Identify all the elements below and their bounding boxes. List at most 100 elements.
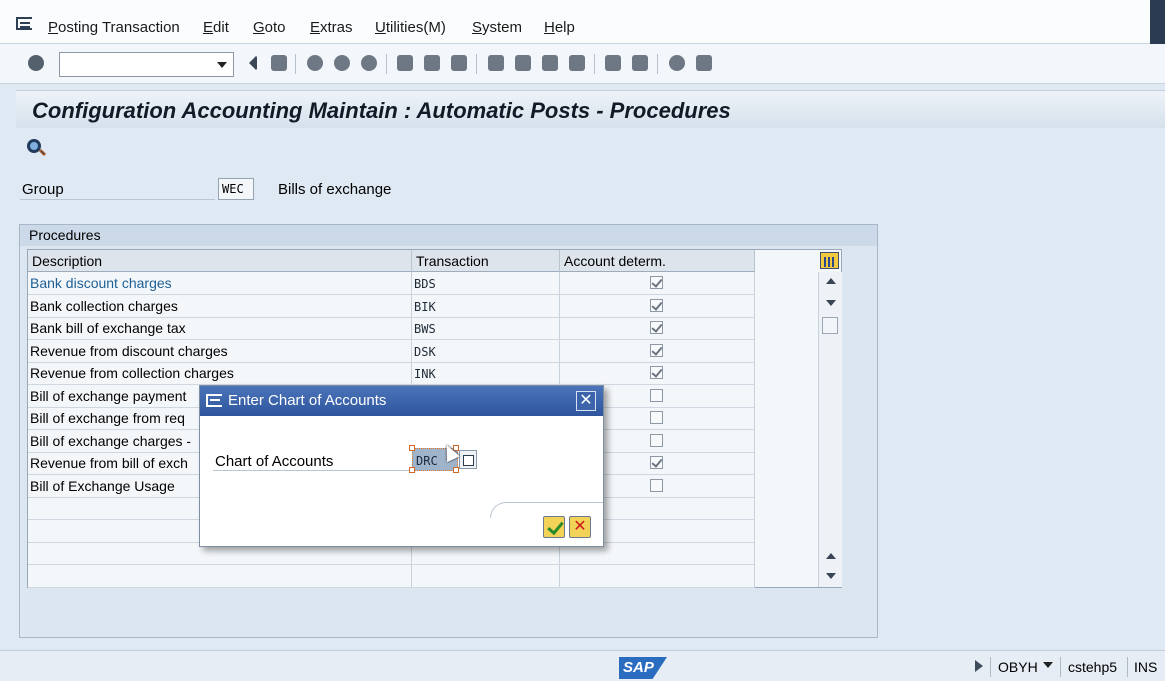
menu-edit[interactable]: Edit [203,19,229,36]
transaction-code: OBYH [998,659,1038,675]
back-arrow-icon[interactable] [244,54,262,72]
column-header-transaction[interactable]: Transaction [412,250,560,272]
table-scrollbar[interactable] [818,272,842,587]
table-row[interactable]: Revenue from discount charges DSK [28,339,755,363]
selection-handle [409,445,415,451]
command-field[interactable] [59,52,234,77]
scroll-up-icon[interactable] [826,553,836,559]
toolbar-separator [657,54,658,74]
transaction-cell[interactable]: BDS [412,272,560,294]
menu-utilities[interactable]: Utilities(M) [375,19,446,36]
table-row[interactable]: Bank collection charges BIK [28,294,755,318]
transaction-cell[interactable]: BIK [412,294,560,317]
back-icon[interactable] [306,54,324,72]
table-row[interactable]: Bank bill of exchange tax BWS [28,317,755,340]
page-title: Configuration Accounting Maintain : Auto… [32,98,731,123]
find-icon[interactable] [423,54,441,72]
menu-help[interactable]: Help [544,19,575,36]
scroll-down-icon[interactable] [826,300,836,306]
transaction-cell[interactable] [412,564,560,587]
scroll-down-icon[interactable] [826,573,836,579]
account-determ-checkbox[interactable] [650,276,663,289]
details-icon[interactable] [26,138,47,158]
account-determ-cell [560,272,755,294]
transaction-cell[interactable]: BWS [412,317,560,339]
print-icon[interactable] [396,54,414,72]
confirm-button[interactable] [543,516,565,538]
transaction-cell[interactable]: INK [412,362,560,384]
scroll-thumb[interactable] [822,317,838,334]
column-header-account-determ[interactable]: Account determ. [560,250,755,272]
toolbar-separator [386,54,387,74]
table-row[interactable]: Bank discount charges BDS [28,272,755,295]
dialog-menu-icon[interactable] [206,394,222,407]
description-cell[interactable]: Bank discount charges [28,272,412,294]
menu-extras[interactable]: Extras [310,19,353,36]
status-separator [1060,657,1061,677]
table-row[interactable] [28,564,755,588]
window-edge [1150,0,1165,44]
account-determ-cell [560,362,755,384]
description-cell[interactable] [28,564,412,587]
transaction-cell[interactable]: DSK [412,339,560,362]
exit-icon[interactable] [333,54,351,72]
create-session-icon[interactable] [604,54,622,72]
menu-bar: Posting Transaction Edit Goto Extras Uti… [0,0,1165,44]
enter-icon[interactable] [27,54,45,72]
toolbar-separator [295,54,296,74]
account-determ-cell [560,564,755,587]
last-page-icon[interactable] [568,54,586,72]
table-row[interactable]: Revenue from collection charges INK [28,362,755,385]
help-icon[interactable] [668,54,686,72]
toolbar-separator [476,54,477,74]
column-header-description[interactable]: Description [28,250,412,272]
value-help-icon[interactable] [459,450,477,469]
first-page-icon[interactable] [487,54,505,72]
sap-logo: SAP [619,657,667,679]
account-determ-checkbox[interactable] [650,366,663,379]
chevron-down-icon[interactable] [217,62,227,68]
close-icon[interactable]: ✕ [576,391,596,411]
account-determ-checkbox[interactable] [650,411,663,424]
chart-of-accounts-label: Chart of Accounts [215,453,334,470]
menu-goto[interactable]: Goto [253,19,286,36]
description-cell[interactable]: Bank collection charges [28,294,412,317]
status-separator [990,657,991,677]
description-cell[interactable]: Revenue from collection charges [28,362,412,384]
procedures-frame-title: Procedures [20,225,877,246]
layout-icon[interactable] [695,54,713,72]
previous-page-icon[interactable] [514,54,532,72]
scroll-up-icon[interactable] [826,278,836,284]
account-determ-checkbox[interactable] [650,456,663,469]
status-separator [1127,657,1128,677]
group-label: Group [22,181,64,198]
account-determ-checkbox[interactable] [650,388,663,402]
cancel-icon[interactable] [360,54,378,72]
chart-of-accounts-dialog: Enter Chart of Accounts ✕ Chart of Accou… [199,385,604,547]
find-next-icon[interactable] [450,54,468,72]
selection-handle [409,467,415,473]
chevron-down-icon[interactable] [1043,662,1053,668]
menu-system[interactable]: System [472,19,522,36]
group-field: WEC [218,178,254,200]
save-icon[interactable] [270,54,288,72]
menu-posting-transaction[interactable]: Posting Transaction [48,19,180,36]
account-determ-checkbox[interactable] [650,478,663,492]
account-determ-cell [560,294,755,317]
play-icon[interactable] [975,660,983,672]
status-bar: SAP OBYH cstehp5 INS [0,650,1165,681]
table-settings-icon[interactable] [820,252,839,269]
server-name: cstehp5 [1068,659,1118,675]
account-determ-checkbox[interactable] [650,298,663,312]
description-cell[interactable]: Revenue from discount charges [28,339,412,362]
description-cell[interactable]: Bank bill of exchange tax [28,317,412,339]
menu-icon[interactable] [16,17,32,30]
account-determ-checkbox[interactable] [650,321,663,334]
shortcut-icon[interactable] [631,54,649,72]
chart-of-accounts-label-underline [213,470,409,471]
account-determ-checkbox[interactable] [650,433,663,447]
input-mode: INS [1134,659,1158,675]
next-page-icon[interactable] [541,54,559,72]
account-determ-checkbox[interactable] [650,343,663,357]
cancel-button[interactable]: ✕ [569,516,591,538]
